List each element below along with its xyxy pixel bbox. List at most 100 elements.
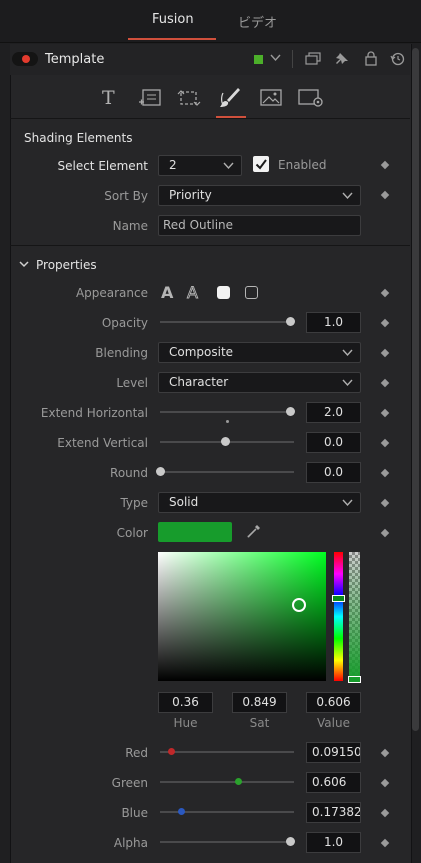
extend-vertical-value[interactable]: 0.0 [306,432,361,453]
red-slider[interactable] [160,751,294,753]
type-label: Type [120,496,148,510]
enabled-label: Enabled [278,158,327,172]
appearance-block-icon[interactable] [217,286,230,299]
round-label: Round [110,466,148,480]
svg-text:T: T [102,88,115,108]
hue-bar[interactable] [334,552,343,681]
node-color-swatch[interactable] [254,55,263,64]
node-title: Template [45,52,105,67]
blue-label: Blue [121,806,148,820]
transform-icon[interactable] [177,88,201,111]
color-picker-handle[interactable] [292,598,306,612]
opacity-value[interactable]: 1.0 [306,312,361,333]
chevron-down-icon [342,493,353,518]
alpha-bar[interactable] [349,552,360,681]
opacity-slider[interactable] [160,321,294,323]
level-label: Level [116,376,148,390]
red-label: Red [125,746,148,760]
sat-label: Sat [249,716,270,730]
svg-text:A: A [161,284,174,301]
saturation-value-field[interactable] [158,552,326,681]
blending-label: Blending [95,346,148,360]
color-swatch[interactable] [158,522,232,542]
enabled-checkbox[interactable] [253,156,269,172]
default-marker [226,420,229,423]
value-label: Value [317,716,350,730]
top-tab-bar [0,0,421,43]
opacity-label: Opacity [101,316,148,330]
green-slider-handle[interactable] [234,778,242,785]
color-label: Color [116,526,148,540]
scrollbar[interactable] [412,48,419,731]
green-slider[interactable] [160,781,294,783]
image-icon[interactable] [260,89,282,110]
checkmark-icon [255,159,267,170]
properties-title[interactable]: Properties [36,258,97,272]
chevron-down-icon [342,373,353,398]
name-label: Name [112,219,148,233]
appearance-outline-icon[interactable]: A [186,283,202,304]
eyedropper-icon[interactable] [246,523,262,542]
chevron-down-icon [342,343,353,368]
sort-by-dropdown[interactable]: Priority [158,185,361,206]
chevron-down-icon [342,186,353,211]
green-label: Green [111,776,148,790]
round-slider[interactable] [160,471,294,473]
active-tab-indicator [128,38,216,40]
appearance-label: Appearance [75,286,148,300]
red-slider-handle[interactable] [167,748,175,755]
type-dropdown[interactable]: Solid [158,492,361,513]
svg-text:A: A [187,284,198,301]
alpha-label: Alpha [113,836,148,850]
extend-horizontal-slider[interactable] [160,411,294,413]
toolbar-divider [10,118,410,119]
value-value[interactable]: 0.606 [306,692,361,713]
blending-dropdown[interactable]: Composite [158,342,361,363]
level-value: Character [169,375,229,389]
extend-horizontal-label: Extend Horizontal [40,406,148,420]
round-slider-handle[interactable] [156,467,165,476]
alpha-slider-handle[interactable] [286,837,295,846]
level-dropdown[interactable]: Character [158,372,361,393]
reset-icon[interactable] [390,51,405,69]
hue-label: Hue [173,716,198,730]
shading-icon[interactable] [219,87,241,112]
appearance-rounded-icon[interactable] [245,286,258,299]
section-divider [10,245,410,246]
appearance-text-icon[interactable]: A [160,283,176,304]
opacity-slider-handle[interactable] [286,317,295,326]
blue-value[interactable]: 0.1738257 [306,802,361,823]
select-element-label: Select Element [57,159,148,173]
extend-vertical-label: Extend Vertical [57,436,148,450]
alpha-slider[interactable] [160,841,294,843]
sort-by-value: Priority [169,188,212,202]
toggle-dot-icon [22,55,30,63]
settings-icon[interactable] [298,88,324,111]
lock-icon[interactable] [364,51,378,69]
green-value[interactable]: 0.606 [306,772,361,793]
round-value[interactable]: 0.0 [306,462,361,483]
versions-icon[interactable] [305,52,321,69]
tab-fusion[interactable]: Fusion [152,12,194,27]
alpha-bar-handle[interactable] [348,676,361,683]
shading-section-title: Shading Elements [24,131,133,145]
sat-value[interactable]: 0.849 [232,692,287,713]
name-field[interactable]: Red Outline [158,215,361,236]
pin-icon[interactable] [335,52,349,69]
hue-value[interactable]: 0.36 [158,692,213,713]
chevron-down-icon[interactable] [18,258,30,273]
type-value: Solid [169,495,199,509]
extend-horizontal-value[interactable]: 2.0 [306,402,361,423]
chevron-down-icon[interactable] [270,52,281,65]
text-icon[interactable]: T [101,87,119,111]
chevron-down-icon [223,156,234,181]
alpha-value[interactable]: 1.0 [306,832,361,853]
extend-horizontal-slider-handle[interactable] [286,407,295,416]
select-element-dropdown[interactable]: 2 [158,155,242,176]
tab-video[interactable]: ビデオ [238,12,277,31]
blending-value: Composite [169,345,234,359]
extend-vertical-slider-handle[interactable] [221,437,230,446]
hue-bar-handle[interactable] [332,595,345,602]
red-value[interactable]: 0.0915063 [306,742,361,763]
layout-icon[interactable] [138,88,162,111]
